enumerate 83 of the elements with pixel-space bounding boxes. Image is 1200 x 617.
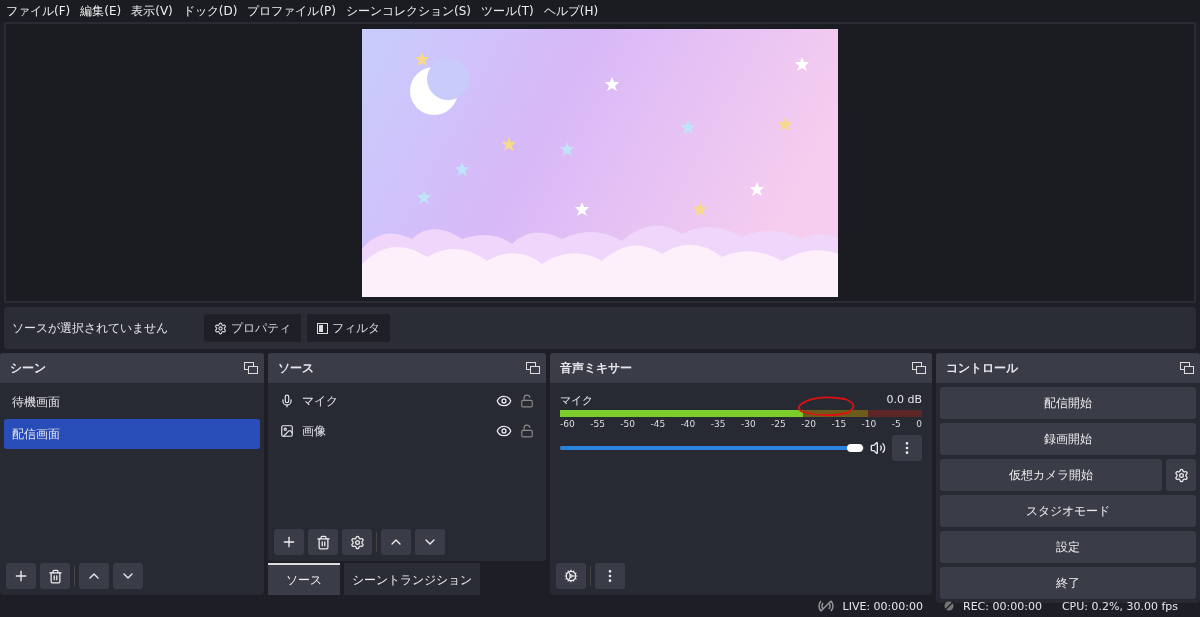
slider-thumb[interactable]	[846, 444, 863, 452]
gears-icon	[564, 569, 578, 583]
delete-button[interactable]	[308, 529, 338, 555]
menu-item[interactable]: ドック(D)	[182, 2, 238, 20]
add-button[interactable]	[274, 529, 304, 555]
scale-label: -15	[831, 419, 847, 429]
undock-icon[interactable]	[912, 362, 926, 374]
advanced-audio-button[interactable]	[556, 563, 586, 589]
visibility-icon[interactable]	[496, 393, 512, 409]
plus-icon	[281, 534, 297, 550]
scale-label: -55	[590, 419, 605, 429]
filter-icon	[317, 322, 328, 334]
trash-icon	[315, 534, 331, 550]
control-button[interactable]: 設定	[940, 531, 1196, 563]
scale-label: -50	[620, 419, 635, 429]
plus-icon	[13, 568, 29, 584]
menu-item[interactable]: プロファイル(P)	[247, 2, 336, 20]
menu-item[interactable]: 表示(V)	[131, 2, 173, 20]
image-icon	[280, 424, 294, 438]
scale-label: -30	[740, 419, 756, 429]
scene-item[interactable]: 配信画面	[4, 419, 260, 449]
panel-title: コントロール	[946, 359, 1018, 377]
properties-button[interactable]: プロパティ	[204, 314, 301, 342]
control-button[interactable]: 録画開始	[940, 423, 1196, 455]
rec-timer: REC: 00:00:00	[963, 599, 1042, 613]
gear-icon	[214, 321, 227, 335]
stream-off-icon	[816, 600, 835, 612]
channel-name: マイク	[560, 393, 593, 408]
source-item[interactable]: 画像	[272, 417, 542, 445]
menu-item[interactable]: シーンコレクション(S)	[346, 2, 471, 20]
more-options-button[interactable]	[892, 435, 922, 461]
settings-button[interactable]	[342, 529, 372, 555]
live-timer: LIVE: 00:00:00	[842, 599, 923, 613]
delete-button[interactable]	[40, 563, 70, 589]
menu-item[interactable]: ファイル(F)	[6, 2, 71, 20]
gear-icon	[349, 534, 365, 550]
unlock-icon[interactable]	[520, 424, 534, 438]
cpu-usage: CPU: 0.2%, 30.00 fps	[1061, 599, 1178, 613]
trash-icon	[47, 568, 63, 584]
scale-label: -5	[891, 419, 901, 429]
visibility-icon[interactable]	[496, 423, 512, 439]
settings-button[interactable]	[1166, 459, 1196, 491]
source-name: 画像	[302, 422, 327, 440]
undock-icon[interactable]	[526, 362, 540, 374]
microphone-icon	[280, 394, 294, 408]
control-button[interactable]: 仮想カメラ開始	[940, 459, 1162, 491]
control-button[interactable]: 配信開始	[940, 387, 1196, 419]
control-button[interactable]: 終了	[940, 567, 1196, 599]
record-off-icon	[943, 600, 955, 612]
add-button[interactable]	[6, 563, 36, 589]
scale-label: -25	[771, 419, 786, 429]
scale-label: -60	[560, 419, 575, 429]
move-up-button[interactable]	[79, 563, 109, 589]
move-down-button[interactable]	[415, 529, 445, 555]
dock-tab[interactable]: シーントランジション	[344, 563, 480, 595]
unlock-icon[interactable]	[520, 394, 534, 408]
speaker-icon[interactable]	[870, 440, 886, 456]
dock-tab[interactable]: ソース	[268, 563, 340, 595]
scale-label: -35	[710, 419, 726, 429]
volume-reading: 0.0 dB	[886, 393, 922, 408]
panel-title: ソース	[278, 359, 314, 377]
menu-item[interactable]: ヘルプ(H)	[543, 2, 599, 20]
move-up-button[interactable]	[381, 529, 411, 555]
scale-label: -45	[650, 419, 666, 429]
more-options-button[interactable]	[595, 563, 625, 589]
move-down-button[interactable]	[113, 563, 143, 589]
control-button[interactable]: スタジオモード	[940, 495, 1196, 527]
menu-item[interactable]: ツール(T)	[481, 2, 534, 20]
scale-label: -40	[680, 419, 696, 429]
panel-title: シーン	[10, 359, 46, 377]
source-name: マイク	[302, 392, 339, 410]
undock-icon[interactable]	[244, 362, 258, 374]
scale-label: -10	[861, 419, 877, 429]
gear-icon	[1173, 467, 1189, 483]
no-source-label: ソースが選択されていません	[12, 319, 169, 337]
filters-button[interactable]: フィルタ	[307, 314, 390, 342]
menu-item[interactable]: 編集(E)	[80, 2, 122, 20]
scale-label: 0	[916, 419, 922, 429]
source-item[interactable]: マイク	[272, 387, 542, 415]
scene-item[interactable]: 待機画面	[4, 387, 260, 417]
scale-label: -20	[801, 419, 816, 429]
undock-icon[interactable]	[1180, 362, 1194, 374]
panel-title: 音声ミキサー	[560, 359, 632, 377]
